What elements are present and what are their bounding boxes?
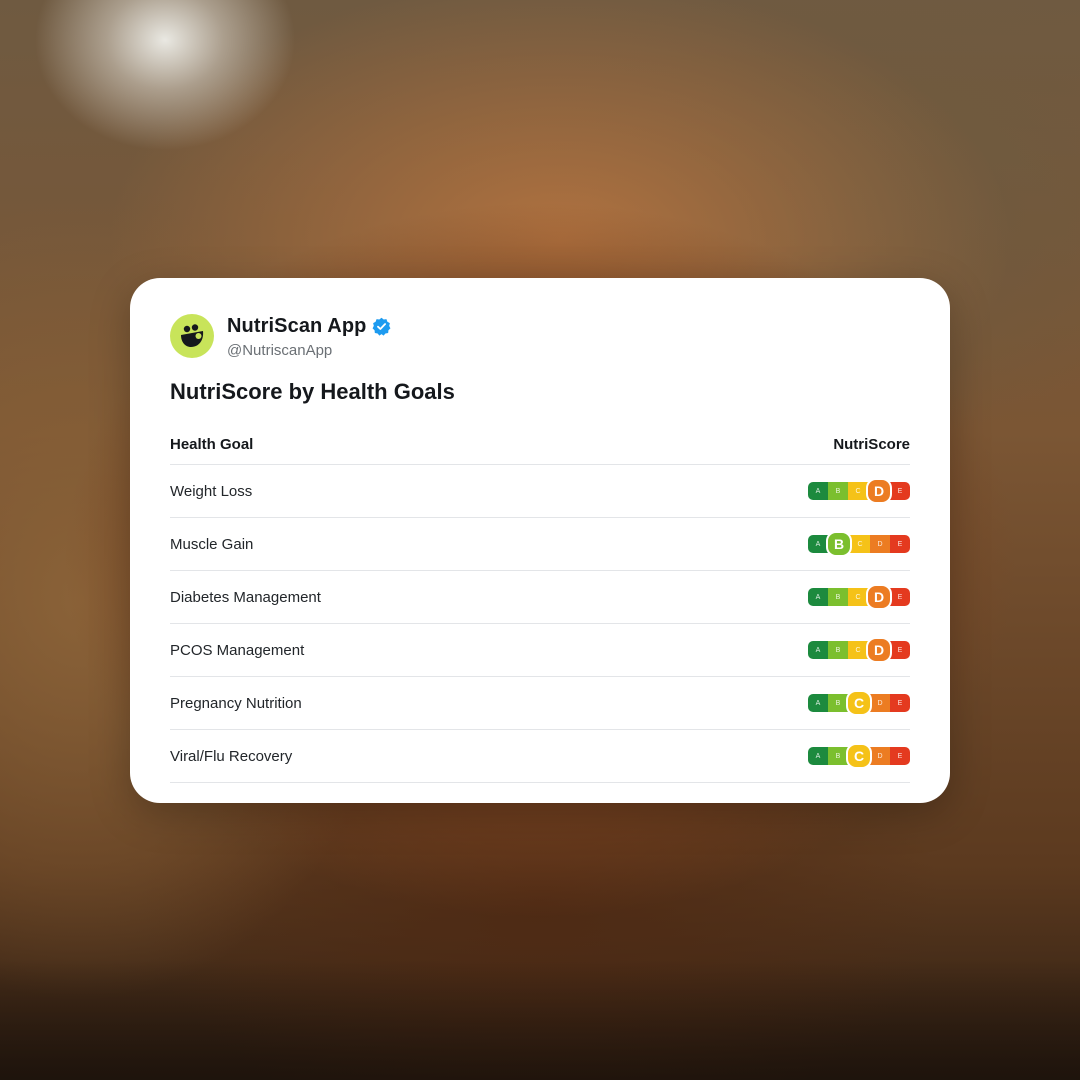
nutriscore-grade-b: B	[828, 482, 848, 500]
table-header: Health Goal NutriScore	[170, 424, 910, 465]
column-header-health-goal: Health Goal	[170, 435, 254, 453]
nutriscore-grade-d: D	[870, 747, 890, 765]
nutriscore-grade-b: B	[828, 694, 848, 712]
health-goal-label: PCOS Management	[170, 641, 305, 659]
nutriscore-grade-e: E	[890, 747, 910, 765]
nutriscore-grade-b: B	[828, 641, 848, 659]
nutriscore-grade-a: A	[808, 747, 828, 765]
nutriscore-grade-b: B	[828, 588, 848, 606]
nutriscore-badge: ABCDE	[808, 690, 910, 716]
nutriscore-grade-b-active: B	[826, 531, 852, 557]
nutriscore-grade-a: A	[808, 535, 828, 553]
nutriscore-grade-e: E	[890, 588, 910, 606]
post-title: NutriScore by Health Goals	[170, 379, 455, 404]
table-row: Diabetes Management A B C D E	[170, 571, 910, 624]
column-header-nutriscore: NutriScore	[833, 435, 910, 453]
nutriscan-logo-icon[interactable]	[170, 314, 214, 358]
nutriscore-badge: ABCDE	[808, 637, 910, 663]
table-body: Weight Loss A B C D E Muscle Gain A B C D E Diabetes…	[170, 465, 910, 783]
nutriscore-grade-e: E	[890, 535, 910, 553]
verified-badge-icon	[372, 317, 391, 336]
nutriscore-grade-c: C	[848, 641, 868, 659]
nutriscore-table: Health Goal NutriScore Weight Loss A B C D E M…	[170, 424, 910, 783]
nutriscore-grade-c: C	[850, 535, 870, 553]
nutriscore-grade-d-active: D	[866, 637, 892, 663]
post-header: NutriScan App @NutriscanApp	[170, 312, 910, 360]
nutriscore-grade-a: A	[808, 588, 828, 606]
health-goal-label: Muscle Gain	[170, 535, 254, 553]
nutriscore-grade-e: E	[890, 694, 910, 712]
profile-names: NutriScan App @NutriscanApp	[227, 314, 391, 359]
account-handle[interactable]: @NutriscanApp	[227, 342, 391, 359]
health-goal-label: Weight Loss	[170, 482, 253, 500]
health-goal-label: Viral/Flu Recovery	[170, 747, 293, 765]
nutriscore-badge: ABCDE	[808, 743, 910, 769]
blurred-background	[0, 960, 1080, 1080]
health-goal-label: Diabetes Management	[170, 588, 321, 606]
table-row: Weight Loss A B C D E	[170, 465, 910, 518]
nutriscore-grade-e: E	[890, 482, 910, 500]
nutriscore-grade-e: E	[890, 641, 910, 659]
nutriscore-grade-c: C	[848, 588, 868, 606]
nutriscore-badge: ABCDE	[808, 478, 910, 504]
nutriscore-grade-c-active: C	[846, 690, 872, 716]
nutriscore-badge: ABCDE	[808, 584, 910, 610]
nutriscore-grade-d: D	[870, 535, 890, 553]
nutriscore-grade-c-active: C	[846, 743, 872, 769]
nutriscore-grade-b: B	[828, 747, 848, 765]
nutriscore-grade-d: D	[870, 694, 890, 712]
table-row: Pregnancy Nutrition A B C D E	[170, 677, 910, 730]
nutriscore-grade-a: A	[808, 641, 828, 659]
health-goal-label: Pregnancy Nutrition	[170, 694, 302, 712]
table-row: PCOS Management A B C D E	[170, 624, 910, 677]
account-name[interactable]: NutriScan App	[227, 315, 366, 338]
post-card: NutriScan App @NutriscanApp NutriScore b…	[130, 278, 950, 803]
nutriscore-grade-a: A	[808, 482, 828, 500]
nutriscore-grade-c: C	[848, 482, 868, 500]
nutriscore-badge: ABCDE	[808, 531, 910, 557]
nutriscore-grade-d-active: D	[866, 584, 892, 610]
nutriscore-grade-a: A	[808, 694, 828, 712]
table-row: Viral/Flu Recovery A B C D E	[170, 730, 910, 783]
table-row: Muscle Gain A B C D E	[170, 518, 910, 571]
nutriscore-grade-d-active: D	[866, 478, 892, 504]
